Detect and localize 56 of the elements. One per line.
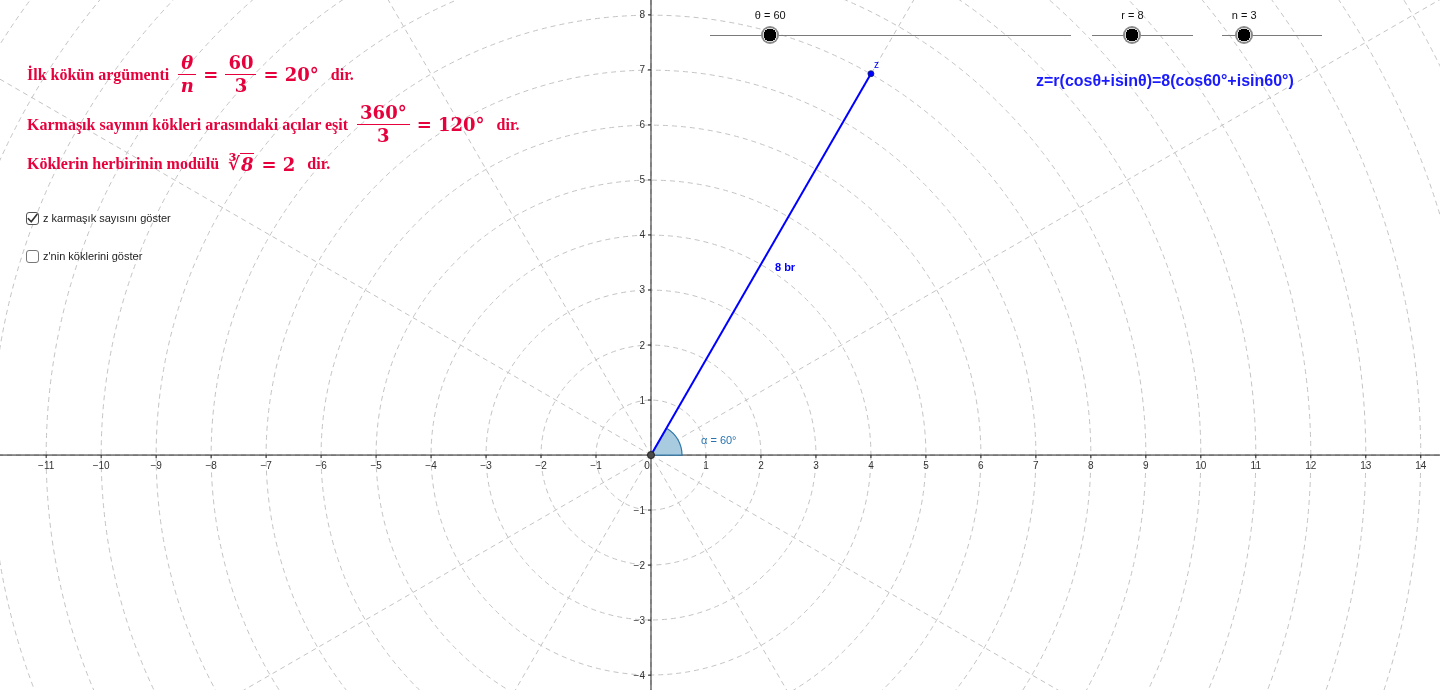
- axis-label: 9: [1143, 460, 1149, 472]
- axis-label: −2: [535, 460, 547, 472]
- axis-label: −5: [370, 460, 382, 472]
- axis-label: −2: [633, 559, 645, 571]
- axis-label: −9: [150, 460, 162, 472]
- checkmark-icon: [27, 212, 38, 224]
- axis-label: −7: [260, 460, 272, 472]
- axis-label: 2: [639, 339, 645, 351]
- point-label: z: [873, 58, 879, 70]
- axis-label: 1: [703, 460, 709, 472]
- axis-label: −10: [92, 460, 110, 472]
- axis-label: 4: [639, 229, 645, 241]
- segment-label: 8 br: [774, 261, 796, 274]
- axis-label: 3: [639, 284, 645, 296]
- slider-label: r = 8: [1121, 8, 1144, 22]
- info-text: Köklerin herbirinin modülü ∛8 = 2 dir.: [27, 153, 332, 175]
- axis-label: −1: [633, 504, 645, 516]
- checkbox-label: z'nin köklerini göster: [43, 250, 143, 262]
- axis-label: 3: [813, 460, 819, 472]
- axis-label: 8: [1088, 460, 1094, 472]
- axis-label: 4: [868, 460, 874, 472]
- slider-label: n = 3: [1231, 8, 1257, 22]
- axis-label: 1: [639, 394, 645, 406]
- axis-label: 6: [639, 119, 645, 131]
- axis-label: 12: [1305, 460, 1317, 472]
- axis-label: 2: [758, 460, 764, 472]
- axis-label: 10: [1195, 460, 1207, 472]
- checkbox[interactable]: [26, 249, 39, 263]
- point-marker[interactable]: [867, 70, 875, 78]
- checkbox-label: z karmaşık sayısını göster: [43, 212, 171, 224]
- formula-text: z=r(cosθ+isinθ)=8(cos60°+isin60°): [1036, 72, 1294, 90]
- axis-label: −11: [38, 460, 55, 472]
- axis-label: 5: [639, 174, 645, 186]
- axis-label: 5: [923, 460, 929, 472]
- slider-thumb[interactable]: [1123, 26, 1142, 44]
- axis-label: 11: [1250, 460, 1261, 472]
- axis-label: 14: [1415, 460, 1427, 472]
- axis-label: 8: [639, 9, 645, 21]
- checkbox[interactable]: [26, 211, 39, 225]
- axis-label: −6: [315, 460, 327, 472]
- axis-label: 13: [1360, 460, 1372, 472]
- axis-label: 7: [639, 64, 645, 76]
- axis-label: 0: [644, 460, 650, 472]
- axis-label: −3: [480, 460, 492, 472]
- origin-point: [647, 451, 655, 460]
- axis-label: −8: [205, 460, 217, 472]
- slider-thumb[interactable]: [761, 26, 780, 44]
- slider-label: θ = 60: [754, 8, 786, 22]
- axis-label: −1: [590, 460, 602, 472]
- axis-label: −3: [633, 614, 645, 626]
- axis-label: −4: [633, 669, 645, 681]
- angle-label: α = 60°: [701, 434, 737, 447]
- slider-thumb[interactable]: [1235, 26, 1254, 44]
- axis-label: −4: [425, 460, 437, 472]
- axis-label: 7: [1033, 460, 1039, 472]
- axis-label: 6: [978, 460, 984, 472]
